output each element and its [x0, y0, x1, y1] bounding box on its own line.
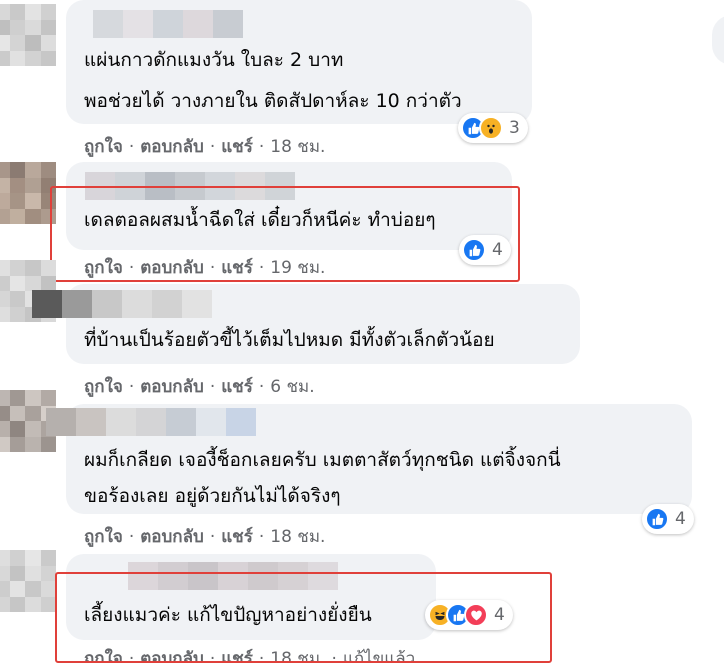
reaction-summary[interactable]: 3: [458, 113, 528, 143]
comment-text-line: แผ่นกาวดักแมงวัน ใบละ 2 บาท: [84, 49, 344, 71]
reply-button[interactable]: ตอบกลับ: [140, 373, 204, 400]
highlight-box: [50, 186, 520, 282]
adjacent-panel-edge: [712, 15, 724, 65]
reply-button[interactable]: ตอบกลับ: [140, 133, 204, 160]
like-button[interactable]: ถูกใจ: [84, 133, 123, 160]
separator: ·: [258, 376, 265, 397]
share-button[interactable]: แชร์: [221, 133, 253, 160]
like-reaction-icon: [645, 507, 669, 531]
separator: ·: [209, 526, 216, 547]
comment-text-line: ขอร้องเลย อยู่ด้วยกันไม่ได้จริงๆ: [84, 485, 341, 507]
separator: ·: [209, 376, 216, 397]
separator: ·: [128, 376, 135, 397]
reaction-summary[interactable]: 4: [642, 504, 694, 534]
comment-actions: ถูกใจ · ตอบกลับ · แชร์ · 18 ชม.: [84, 523, 325, 550]
share-button[interactable]: แชร์: [221, 523, 253, 550]
comment-actions: ถูกใจ · ตอบกลับ · แชร์ · 6 ชม.: [84, 373, 315, 400]
separator: ·: [258, 526, 265, 547]
commenter-name[interactable]: [93, 10, 243, 38]
like-button[interactable]: ถูกใจ: [84, 523, 123, 550]
separator: ·: [128, 526, 135, 547]
comment-timestamp[interactable]: 18 ชม.: [270, 133, 325, 160]
wow-reaction-icon: [479, 116, 503, 140]
commenter-name[interactable]: [46, 408, 256, 436]
highlight-box: [55, 572, 552, 663]
comment-text-line: พอช่วยได้ วางภายใน ติดสัปดาห์ละ 10 กว่าต…: [84, 90, 462, 112]
like-button[interactable]: ถูกใจ: [84, 373, 123, 400]
avatar[interactable]: [0, 162, 56, 224]
comment-text-line: ที่บ้านเป็นร้อยตัวขี้ไว้เต็มไปหมด มีทั้ง…: [84, 329, 495, 351]
separator: ·: [258, 136, 265, 157]
reaction-count: 3: [509, 118, 520, 138]
share-button[interactable]: แชร์: [221, 373, 253, 400]
comment-timestamp[interactable]: 18 ชม.: [270, 523, 325, 550]
reaction-count: 4: [675, 509, 686, 529]
avatar[interactable]: [0, 4, 56, 66]
comment-timestamp[interactable]: 6 ชม.: [270, 373, 314, 400]
separator: ·: [209, 136, 216, 157]
separator: ·: [128, 136, 135, 157]
reply-button[interactable]: ตอบกลับ: [140, 523, 204, 550]
avatar[interactable]: [0, 550, 56, 612]
commenter-name[interactable]: [32, 290, 212, 318]
comment-text-line: ผมก็เกลียด เจองี้ช็อกเลยครับ เมตตาสัตว์ท…: [84, 449, 561, 471]
comment-actions: ถูกใจ · ตอบกลับ · แชร์ · 18 ชม.: [84, 133, 325, 160]
